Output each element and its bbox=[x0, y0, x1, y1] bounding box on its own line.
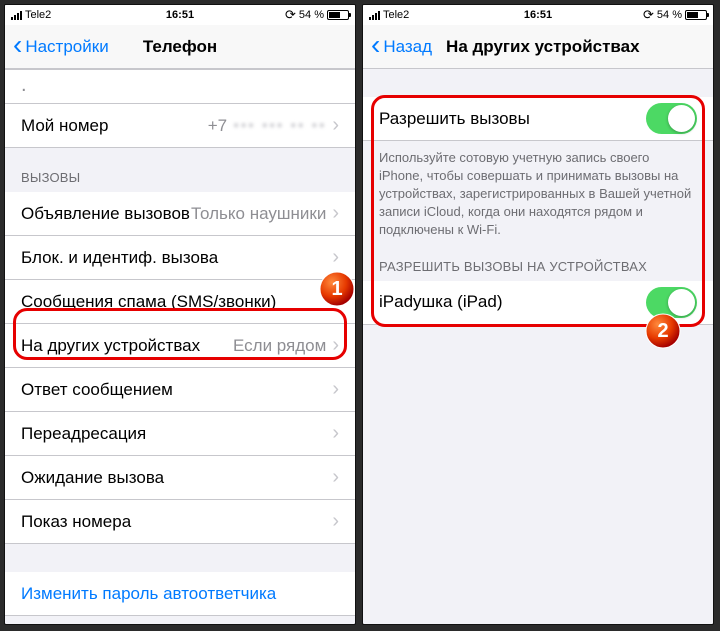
allow-calls-description: Используйте сотовую учетную запись своег… bbox=[363, 141, 713, 249]
call-waiting-row[interactable]: Ожидание вызова › bbox=[5, 456, 355, 500]
section-header-calls: ВЫЗОВЫ bbox=[5, 148, 355, 192]
chevron-right-icon: › bbox=[332, 202, 339, 225]
chevron-left-icon: ‹ bbox=[371, 31, 380, 59]
carrier-services-row[interactable]: . bbox=[5, 69, 355, 104]
signal-icon bbox=[11, 11, 22, 20]
my-number-prefix: +7 bbox=[208, 116, 227, 136]
spam-messages-row[interactable]: Сообщения спама (SMS/звонки) › bbox=[5, 280, 355, 324]
device-row[interactable]: iPadушка (iPad) bbox=[363, 281, 713, 325]
announce-calls-row[interactable]: Объявление вызовов Только наушники › bbox=[5, 192, 355, 236]
block-identify-row[interactable]: Блок. и идентиф. вызова › bbox=[5, 236, 355, 280]
back-button[interactable]: ‹ Назад bbox=[371, 33, 432, 61]
status-bar: Tele2 16:51 ⟳ 54 % bbox=[5, 5, 355, 25]
carrier-label: Tele2 bbox=[383, 9, 409, 21]
status-time: 16:51 bbox=[524, 9, 552, 21]
chevron-right-icon: › bbox=[332, 378, 339, 401]
status-bar: Tele2 16:51 ⟳ 54 % bbox=[363, 5, 713, 25]
chevron-right-icon: › bbox=[332, 510, 339, 533]
caller-id-row[interactable]: Показ номера › bbox=[5, 500, 355, 544]
chevron-right-icon: › bbox=[332, 334, 339, 357]
back-label: Настройки bbox=[25, 37, 108, 57]
my-number-label: Мой номер bbox=[21, 116, 108, 136]
page-title: Телефон bbox=[143, 37, 217, 57]
chevron-right-icon: › bbox=[332, 422, 339, 445]
nav-bar: ‹ Настройки Телефон bbox=[5, 25, 355, 69]
carrier-label: Tele2 bbox=[25, 9, 51, 21]
chevron-right-icon: › bbox=[332, 246, 339, 269]
chevron-right-icon: › bbox=[332, 466, 339, 489]
settings-list: . Мой номер +7 ••• ••• •• •• › ВЫЗОВЫ Об… bbox=[5, 69, 355, 624]
reply-message-row[interactable]: Ответ сообщением › bbox=[5, 368, 355, 412]
chevron-left-icon: ‹ bbox=[13, 31, 22, 59]
forwarding-row[interactable]: Переадресация › bbox=[5, 412, 355, 456]
chevron-right-icon: › bbox=[332, 114, 339, 137]
allow-calls-row[interactable]: Разрешить вызовы bbox=[363, 97, 713, 141]
battery-icon bbox=[685, 10, 707, 20]
back-button[interactable]: ‹ Настройки bbox=[13, 33, 109, 61]
device-toggle[interactable] bbox=[646, 287, 697, 318]
battery-pct: 54 % bbox=[657, 9, 682, 21]
allow-calls-toggle[interactable] bbox=[646, 103, 697, 134]
back-label: Назад bbox=[383, 37, 432, 57]
signal-icon bbox=[369, 11, 380, 20]
my-number-row[interactable]: Мой номер +7 ••• ••• •• •• › bbox=[5, 104, 355, 148]
settings-list: Разрешить вызовы Используйте сотовую уче… bbox=[363, 69, 713, 624]
status-time: 16:51 bbox=[166, 9, 194, 21]
battery-icon bbox=[327, 10, 349, 20]
sync-icon: ⟳ bbox=[285, 7, 296, 23]
nav-bar: ‹ Назад На других устройствах bbox=[363, 25, 713, 69]
phone-left: Tele2 16:51 ⟳ 54 % ‹ Настройки Телефон .… bbox=[4, 4, 356, 625]
page-title: На других устройствах bbox=[446, 37, 640, 57]
battery-pct: 54 % bbox=[299, 9, 324, 21]
voicemail-password-row[interactable]: Изменить пароль автоответчика bbox=[5, 572, 355, 616]
sync-icon: ⟳ bbox=[643, 7, 654, 23]
other-devices-row[interactable]: На других устройствах Если рядом › bbox=[5, 324, 355, 368]
section-header-devices: РАЗРЕШИТЬ ВЫЗОВЫ НА УСТРОЙСТВАХ bbox=[363, 249, 713, 281]
phone-right: Tele2 16:51 ⟳ 54 % ‹ Назад На других уст… bbox=[362, 4, 714, 625]
my-number-blurred: ••• ••• •• •• bbox=[233, 116, 326, 136]
chevron-right-icon: › bbox=[332, 290, 339, 313]
